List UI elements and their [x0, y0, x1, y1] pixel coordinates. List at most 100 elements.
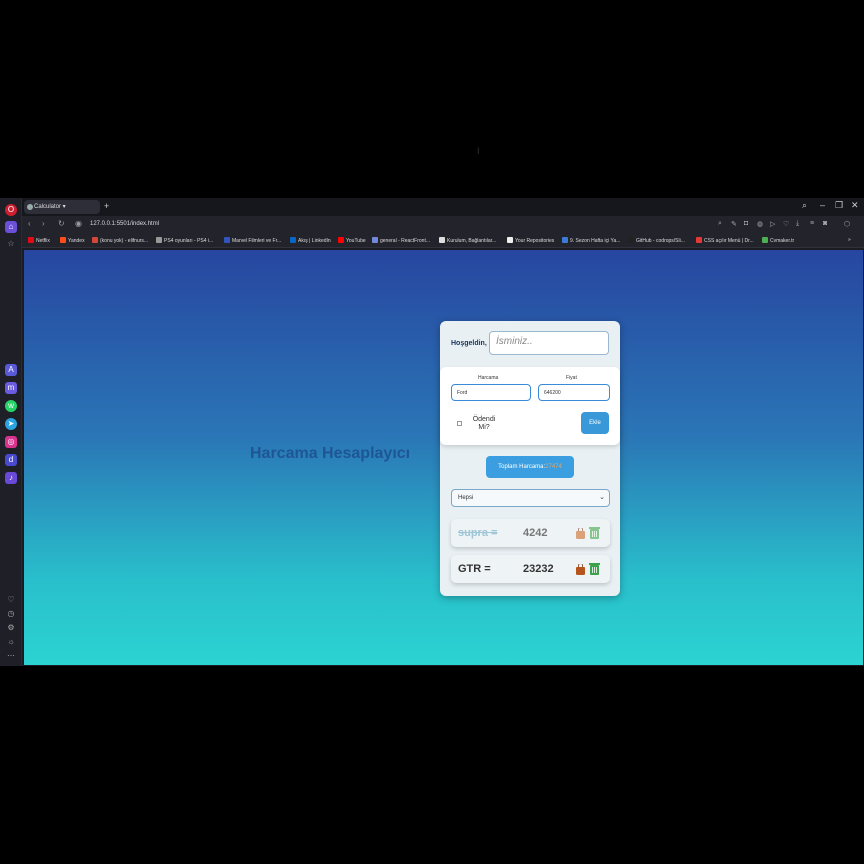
heart-icon[interactable]: ♡ [5, 594, 17, 606]
reload-icon[interactable]: ↻ [58, 219, 65, 228]
bookmark-item[interactable]: CSS açılır Menü | Dr... [696, 237, 754, 244]
bookmark-item[interactable]: YouTube [338, 237, 366, 244]
chevron-down-icon: ⌄ [599, 494, 605, 501]
paid-label: Ödendi Mi? [472, 416, 496, 431]
bookmark-item[interactable]: Cvmaker.tr [762, 237, 794, 244]
bookmark-item[interactable]: Netflix [28, 237, 50, 244]
history-icon[interactable]: ◷ [5, 608, 17, 620]
messenger-icon[interactable]: m [5, 382, 17, 394]
home-icon[interactable]: ⌂ [5, 221, 17, 233]
minimize-icon[interactable]: – [820, 200, 825, 210]
page-title: Harcama Hesaplayıcı [250, 445, 411, 462]
text-cursor-icon: I [477, 146, 480, 156]
telegram-icon[interactable]: ➤ [5, 418, 17, 430]
total-value: 27474 [545, 464, 562, 470]
bookmarks-overflow-icon[interactable]: » [848, 237, 851, 243]
title-bar: Calculator ▾ + ⌕ – ❐ ✕ [22, 198, 864, 216]
bookmark-item[interactable]: general - ReactFront... [372, 237, 430, 244]
bookmark-favicon-icon [507, 237, 513, 243]
list-item: GTR = 23232 [451, 555, 610, 583]
bookmark-favicon-icon [290, 237, 296, 243]
url-field[interactable]: 127.0.0.1:5501/index.html [90, 221, 159, 227]
item-name: supra = [458, 527, 498, 539]
filter-select[interactable]: Hepsi ⌄ [451, 489, 610, 507]
bookmark-item[interactable]: PS4 oyunları - PS4 i... [156, 237, 213, 244]
expense-label: Harcama [478, 375, 499, 381]
bookmark-favicon-icon [92, 237, 98, 243]
list-item: supra = 4242 [451, 519, 610, 547]
expense-input[interactable]: Ford [451, 384, 531, 401]
filter-selected-value: Hepsi [458, 495, 474, 501]
bookmark-favicon-icon [60, 237, 66, 243]
browser-sidebar: O ⌂ ☆ A m w ➤ ◎ d ♪ ♡ ◷ ⚙ ☼ ⋯ [0, 198, 22, 666]
total-label: Toplam Harcama: [498, 464, 546, 470]
star-icon[interactable]: ☆ [5, 238, 17, 250]
download-icon[interactable]: ⤓ [796, 220, 799, 228]
bulb-icon[interactable]: ☼ [5, 636, 17, 648]
address-bar: ‹ › ↻ ◉ 127.0.0.1:5501/index.html ⌕ ✎ ◘ … [22, 216, 864, 234]
close-icon[interactable]: ✕ [851, 200, 859, 211]
bookmark-item[interactable]: Marvel Filmleri ve Fr... [224, 237, 281, 244]
aria-icon[interactable]: A [5, 364, 17, 376]
bookmark-item[interactable]: Akış | LinkedIn [290, 237, 331, 244]
back-icon[interactable]: ‹ [28, 219, 31, 228]
item-price: 23232 [523, 563, 554, 575]
music-icon[interactable]: ♪ [5, 472, 17, 484]
settings-icon[interactable]: ⚙ [5, 622, 17, 634]
bookmark-favicon-icon [224, 237, 230, 243]
bookmark-favicon-icon [156, 237, 162, 243]
camera-icon[interactable]: ◘ [744, 220, 748, 227]
site-info-icon[interactable]: ◉ [75, 219, 82, 228]
forward-icon[interactable]: › [42, 219, 45, 228]
bookmark-item[interactable]: Kurulum, Bağlantılar... [439, 237, 496, 244]
bookmark-item[interactable]: Your Repositories [507, 237, 554, 244]
bookmark-favicon-icon [562, 237, 568, 243]
maximize-icon[interactable]: ❐ [835, 200, 843, 211]
item-name: GTR = [458, 563, 491, 575]
more-icon[interactable]: ⋯ [5, 650, 17, 662]
bookmark-item[interactable]: Yandex [60, 237, 85, 244]
extensions-icon[interactable]: ⬡ [844, 220, 850, 228]
paid-checkbox[interactable] [457, 421, 462, 426]
expense-form: Harcama Fiyat Ford 646200 Ödendi Mi? Ekl… [440, 367, 620, 445]
price-label: Fiyat [566, 375, 577, 381]
price-input[interactable]: 646200 [538, 384, 610, 401]
bookmark-item[interactable]: (konu yok) - elifnurs... [92, 237, 148, 244]
shopping-bag-icon[interactable] [576, 528, 585, 539]
edit-icon[interactable]: ✎ [731, 220, 737, 228]
bookmark-item[interactable]: GitHub - codrops/Sli... [628, 237, 685, 244]
trash-icon[interactable] [589, 526, 600, 539]
greeting-label: Hoşgeldin, [451, 340, 487, 347]
discord-icon[interactable]: d [5, 454, 17, 466]
calculator-card: Hoşgeldin, İsminiz.. Harcama Fiyat Ford … [440, 321, 620, 596]
page-viewport: Harcama Hesaplayıcı Hoşgeldin, İsminiz..… [24, 250, 863, 665]
bookmark-heart-icon[interactable]: ♡ [783, 220, 789, 228]
tab-favicon-icon [27, 204, 33, 210]
search-icon[interactable]: ⌕ [718, 220, 722, 228]
trash-icon[interactable] [589, 562, 600, 575]
instagram-icon[interactable]: ◎ [5, 436, 17, 448]
name-input[interactable]: İsminiz.. [489, 331, 609, 355]
play-icon[interactable]: ▷ [770, 220, 775, 228]
profile-icon[interactable]: ◙ [823, 220, 827, 227]
bookmark-favicon-icon [372, 237, 378, 243]
item-price: 4242 [523, 527, 548, 539]
bookmark-favicon-icon [628, 237, 634, 243]
vpn-icon[interactable]: ◍ [757, 220, 763, 228]
bookmark-favicon-icon [338, 237, 344, 243]
total-button[interactable]: Toplam Harcama:27474 [486, 456, 574, 478]
whatsapp-icon[interactable]: w [5, 400, 17, 412]
bookmark-favicon-icon [28, 237, 34, 243]
bookmark-item[interactable]: 9. Sezon Hafta içi Ya... [562, 237, 620, 244]
opera-logo-icon[interactable]: O [5, 204, 17, 216]
bookmarks-bar: Netflix Yandex (konu yok) - elifnurs... … [22, 234, 864, 248]
add-button[interactable]: Ekle [581, 412, 609, 434]
bookmark-favicon-icon [762, 237, 768, 243]
bookmark-favicon-icon [696, 237, 702, 243]
new-tab-button[interactable]: + [104, 201, 109, 211]
search-tabs-icon[interactable]: ⌕ [802, 200, 807, 211]
tab-calculator[interactable]: Calculator ▾ [24, 200, 100, 214]
tab-title: Calculator [34, 204, 62, 210]
menu-icon[interactable]: ≡ [810, 220, 814, 227]
shopping-bag-icon[interactable] [576, 564, 585, 575]
